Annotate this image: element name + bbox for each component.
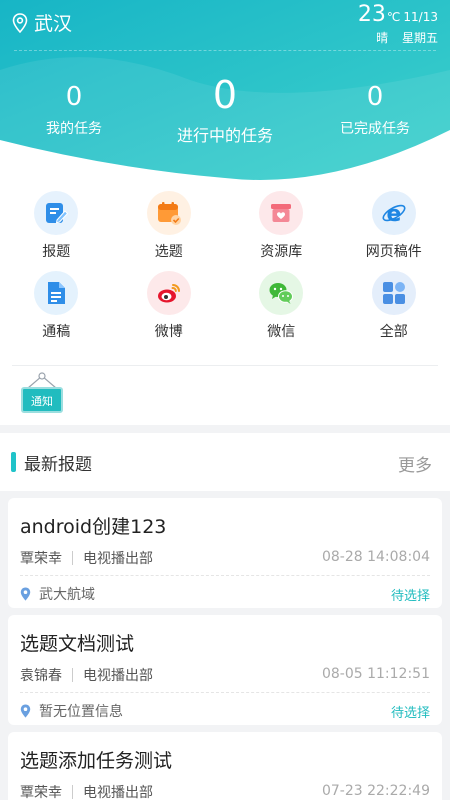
card-location: 暂无位置信息 xyxy=(20,701,123,721)
calendar-icon xyxy=(146,191,191,235)
weather-condition: 晴 xyxy=(376,31,389,45)
card-author: 覃荣幸 xyxy=(20,551,62,567)
card-status: 待选择 xyxy=(390,706,430,721)
edit-icon xyxy=(34,191,79,235)
location-pin-icon xyxy=(20,587,31,601)
card-title: android创建123 xyxy=(20,516,167,538)
card-department: 电视播出部 xyxy=(83,785,153,800)
card-meta: 覃荣幸 电视播出部 xyxy=(20,548,153,568)
more-link[interactable]: 更多 xyxy=(398,451,432,476)
report-card[interactable]: android创建123 覃荣幸 电视播出部 08-28 14:08:04 武大… xyxy=(8,498,442,608)
header-divider xyxy=(14,50,436,51)
card-status: 待选择 xyxy=(390,589,430,604)
grid-item-all[interactable]: 全部 xyxy=(338,271,450,351)
meta-separator xyxy=(72,785,73,799)
location[interactable]: 武汉 xyxy=(12,9,72,36)
stat-value: 0 xyxy=(212,73,238,117)
latest-reports-header: 最新报题 更多 xyxy=(0,433,450,491)
card-meta: 覃荣幸 电视播出部 xyxy=(20,782,153,800)
card-location-text: 暂无位置信息 xyxy=(39,704,123,720)
card-location-text: 武大航域 xyxy=(39,587,95,603)
header: 武汉 23 ℃ 11/13 晴 星期五 0 我的任务 0 进行中的任务 0 已完… xyxy=(0,0,450,185)
card-title: 选题添加任务测试 xyxy=(20,750,173,772)
grid-divider xyxy=(12,365,438,366)
grid-item-label: 通稿 xyxy=(42,324,71,340)
stat-value: 0 xyxy=(366,82,384,112)
report-card[interactable]: 选题添加任务测试 覃荣幸 电视播出部 07-23 22:22:49 xyxy=(8,732,442,800)
weibo-icon xyxy=(146,271,191,315)
card-divider xyxy=(20,575,430,576)
stat-my-tasks[interactable]: 0 我的任务 xyxy=(34,82,114,138)
temperature: 23 xyxy=(357,2,386,27)
grid-item-weibo[interactable]: 微博 xyxy=(113,271,226,351)
grid-item-label: 微信 xyxy=(267,324,296,340)
card-time: 08-28 14:08:04 xyxy=(321,549,430,565)
resource-box-icon xyxy=(259,191,304,235)
grid-item-report[interactable]: 报题 xyxy=(0,191,113,271)
meta-separator xyxy=(72,668,73,682)
section-accent-bar xyxy=(11,452,16,472)
grid-item-resource-library[interactable]: 资源库 xyxy=(225,191,338,271)
card-time: 08-05 11:12:51 xyxy=(321,666,430,682)
grid-item-label: 全部 xyxy=(379,324,408,340)
function-grid-panel: 报题 选题 资源库 e 网页稿件 通稿 微博 微信 全部 通知 xyxy=(0,185,450,425)
card-divider xyxy=(20,692,430,693)
card-location: 武大航域 xyxy=(20,584,95,604)
report-card[interactable]: 选题文档测试 袁锦春 电视播出部 08-05 11:12:51 暂无位置信息 待… xyxy=(8,615,442,725)
grid-item-label: 网页稿件 xyxy=(365,244,422,260)
card-time: 07-23 22:22:49 xyxy=(321,783,430,799)
notice-button[interactable]: 通知 xyxy=(20,370,64,418)
temperature-unit: ℃ xyxy=(386,10,401,24)
weather-widget: 23 ℃ 11/13 晴 星期五 xyxy=(358,2,438,46)
weekday: 星期五 xyxy=(401,31,438,45)
location-pin-icon xyxy=(20,704,31,718)
stat-value: 0 xyxy=(65,82,83,112)
function-grid: 报题 选题 资源库 e 网页稿件 通稿 微博 微信 全部 xyxy=(0,191,450,351)
stat-label: 我的任务 xyxy=(46,121,102,137)
ie-browser-icon: e xyxy=(371,191,416,235)
grid-item-label: 资源库 xyxy=(260,244,303,260)
notice-sign-icon: 通知 xyxy=(21,372,63,413)
date: 11/13 xyxy=(403,10,438,24)
grid-item-label: 选题 xyxy=(154,244,183,260)
card-meta: 袁锦春 电视播出部 xyxy=(20,665,153,685)
stat-completed-tasks[interactable]: 0 已完成任务 xyxy=(330,82,420,138)
stat-label: 进行中的任务 xyxy=(176,126,273,145)
grid-item-press-release[interactable]: 通稿 xyxy=(0,271,113,351)
stat-label: 已完成任务 xyxy=(340,121,410,137)
grid-item-topic[interactable]: 选题 xyxy=(113,191,226,271)
grid-item-label: 报题 xyxy=(42,244,71,260)
city-name: 武汉 xyxy=(34,13,73,35)
grid-item-label: 微博 xyxy=(154,324,183,340)
grid-item-web-article[interactable]: e 网页稿件 xyxy=(338,191,450,271)
document-icon xyxy=(34,271,79,315)
card-department: 电视播出部 xyxy=(83,668,153,684)
wechat-icon xyxy=(259,271,304,315)
card-author: 覃荣幸 xyxy=(20,785,62,800)
card-title: 选题文档测试 xyxy=(20,633,135,655)
card-author: 袁锦春 xyxy=(20,668,62,684)
card-department: 电视播出部 xyxy=(83,551,153,567)
stat-in-progress-tasks[interactable]: 0 进行中的任务 xyxy=(160,74,290,146)
all-apps-icon xyxy=(371,271,416,315)
notice-label: 通知 xyxy=(31,394,53,408)
grid-item-wechat[interactable]: 微信 xyxy=(225,271,338,351)
section-title: 最新报题 xyxy=(24,455,92,475)
meta-separator xyxy=(72,551,73,565)
location-pin-icon xyxy=(12,12,28,33)
